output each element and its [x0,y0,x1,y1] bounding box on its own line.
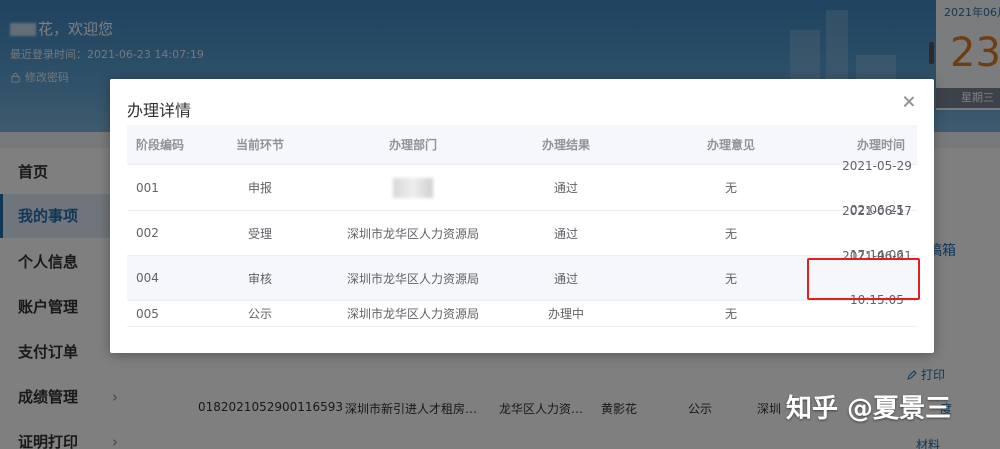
col-header-dept: 办理部门 [388,138,437,152]
cell-opinion: 无 [724,226,737,241]
cell-result: 通过 [553,181,578,195]
cell-step: 受理 [247,226,272,241]
col-header-step: 当前环节 [235,138,284,152]
table-row: 001 申报 通过 无 2021-05-29 02:06:25 [127,159,917,217]
cell-date: 2021-06-17 [842,204,912,218]
cell-opinion: 无 [724,181,737,195]
cell-code: 002 [136,226,159,240]
highlight-annotation-box [807,258,920,300]
cell-dept: 深圳市龙华区人力资源局 [346,307,479,321]
cell-result: 通过 [553,271,578,286]
cell-dept: 深圳市龙华区人力资源局 [346,226,479,241]
table-row: 005 公示 深圳市龙华区人力资源局 办理中 无 [127,301,917,327]
watermark: 知乎 @夏景三 [786,394,952,424]
col-header-code: 阶段编码 [136,138,185,152]
cell-step: 申报 [247,181,272,195]
cell-code: 001 [136,180,159,195]
cell-opinion: 无 [724,271,737,286]
cell-dept: 深圳市龙华区人力资源局 [346,271,479,286]
cell-date: 2021-05-29 [842,158,912,173]
cell-step: 公示 [247,307,272,321]
cell-code: 005 [136,306,159,321]
dialog-title: 办理详情 [127,101,192,120]
cell-time [831,301,917,326]
cell-dept [325,165,501,210]
col-header-opinion: 办理意见 [706,138,755,152]
cell-code: 004 [136,271,159,285]
detail-table: 阶段编码 当前环节 办理部门 办理结果 办理意见 办理时间 001 申报 通过 … [127,125,917,327]
cell-result: 通过 [553,226,578,241]
close-icon[interactable] [902,95,916,109]
masked-dept [393,177,433,198]
table-row: 002 受理 深圳市龙华区人力资源局 通过 无 2021-06-17 17:14:… [127,204,917,262]
detail-dialog: 办理详情 阶段编码 当前环节 办理部门 办理结果 办理意见 办理时间 001 申… [110,79,934,353]
cell-step: 审核 [247,271,272,286]
cell-opinion: 无 [724,307,737,321]
table-header: 阶段编码 当前环节 办理部门 办理结果 办理意见 办理时间 [127,125,917,165]
col-header-result: 办理结果 [541,138,590,152]
cell-result: 办理中 [547,307,584,321]
table-row-highlighted: 004 审核 深圳市龙华区人力资源局 通过 无 2021-06-21 10:15:… [127,249,917,307]
